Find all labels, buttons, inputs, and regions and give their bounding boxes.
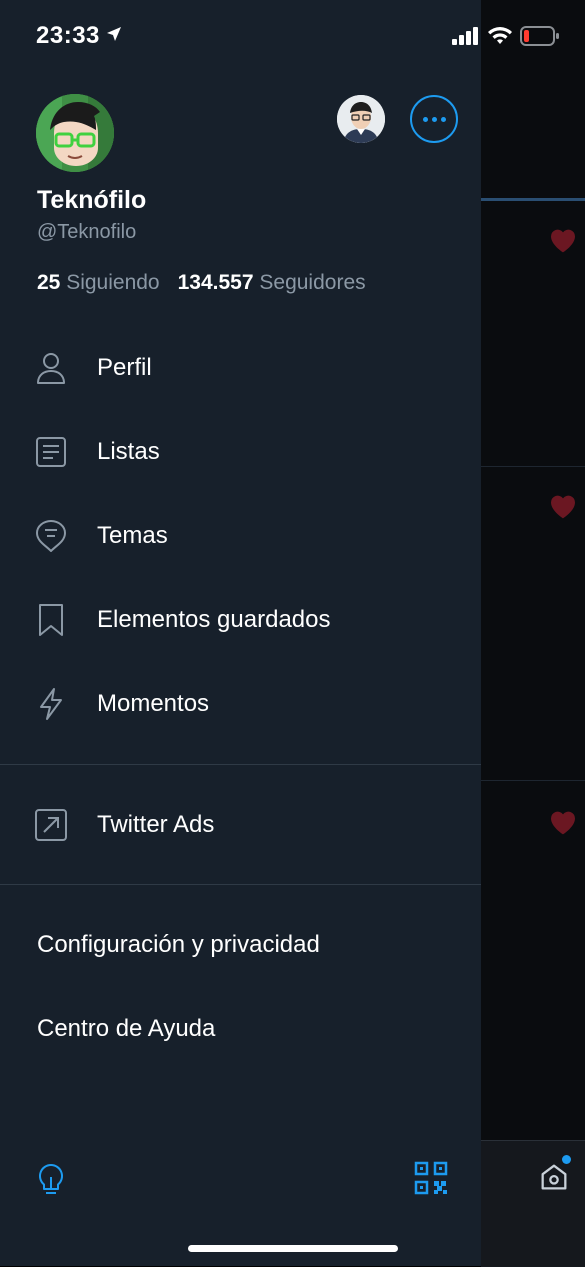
settings-privacy-link[interactable]: Configuración y privacidad bbox=[37, 931, 320, 959]
background-timeline bbox=[481, 0, 585, 1266]
location-arrow-icon bbox=[106, 26, 122, 47]
status-time: 23:33 bbox=[36, 22, 100, 49]
menu-item-label: Elementos guardados bbox=[97, 606, 331, 633]
bookmark-icon bbox=[34, 603, 68, 637]
home-indicator[interactable] bbox=[188, 1245, 398, 1252]
external-link-icon bbox=[34, 808, 68, 842]
secondary-account-avatar[interactable] bbox=[337, 95, 385, 143]
list-icon bbox=[34, 435, 68, 469]
followers-label: Seguidores bbox=[259, 271, 366, 294]
followers-count: 134.557 bbox=[177, 271, 254, 294]
menu-item-label: Momentos bbox=[97, 690, 210, 717]
heart-icon[interactable] bbox=[547, 224, 579, 254]
menu-item-label: Temas bbox=[97, 522, 168, 549]
home-tab-icon[interactable] bbox=[537, 1160, 571, 1199]
battery-low-icon bbox=[520, 26, 560, 51]
menu-item-label: Perfil bbox=[97, 354, 152, 381]
wifi-icon bbox=[487, 26, 513, 51]
profile-display-name[interactable]: Teknófilo bbox=[37, 186, 146, 215]
followers-link[interactable]: 134.557 Seguidores bbox=[178, 271, 366, 294]
status-bar: 23:33 bbox=[0, 0, 585, 74]
topics-icon bbox=[34, 519, 68, 553]
cellular-signal-icon bbox=[452, 27, 480, 50]
follow-stats: 25 Siguiendo 134.557 Seguidores bbox=[37, 271, 366, 295]
following-count: 25 bbox=[37, 271, 61, 294]
heart-icon[interactable] bbox=[547, 490, 579, 520]
more-options-button[interactable] bbox=[410, 95, 458, 143]
help-center-link[interactable]: Centro de Ayuda bbox=[37, 1015, 215, 1043]
person-icon bbox=[34, 351, 68, 385]
dot bbox=[440, 116, 446, 122]
dot bbox=[422, 116, 428, 122]
lightbulb-icon[interactable] bbox=[36, 1163, 66, 1202]
dot bbox=[431, 116, 437, 122]
menu-item-listas[interactable]: Listas bbox=[0, 410, 481, 494]
profile-avatar[interactable] bbox=[36, 94, 114, 172]
menu-item-momentos[interactable]: Momentos bbox=[0, 662, 481, 746]
lightning-icon bbox=[34, 687, 68, 721]
timeline-tab-indicator bbox=[481, 198, 585, 201]
menu-item-label: Twitter Ads bbox=[97, 811, 215, 838]
following-link[interactable]: 25 Siguiendo bbox=[37, 271, 160, 294]
timeline-divider bbox=[481, 780, 585, 781]
menu-divider bbox=[0, 884, 481, 885]
menu-item-temas[interactable]: Temas bbox=[0, 494, 481, 578]
qr-code-icon[interactable] bbox=[414, 1161, 448, 1200]
heart-icon[interactable] bbox=[547, 806, 579, 836]
menu-item-twitter-ads[interactable]: Twitter Ads bbox=[0, 783, 481, 867]
timeline-divider bbox=[481, 466, 585, 467]
menu-divider bbox=[0, 764, 481, 765]
notification-dot bbox=[562, 1155, 571, 1164]
following-label: Siguiendo bbox=[66, 271, 160, 294]
menu-item-label: Listas bbox=[97, 438, 160, 465]
menu-item-elementos-guardados[interactable]: Elementos guardados bbox=[0, 578, 481, 662]
menu-item-perfil[interactable]: Perfil bbox=[0, 326, 481, 410]
profile-handle: @Teknofilo bbox=[37, 221, 137, 243]
